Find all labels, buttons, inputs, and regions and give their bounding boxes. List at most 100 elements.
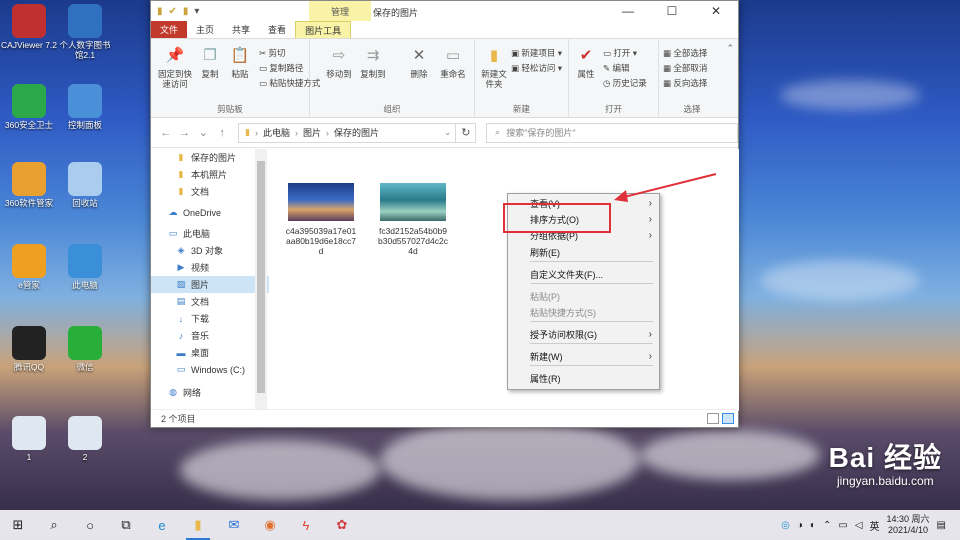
select-all-button[interactable]: ▦ 全部选择 bbox=[663, 47, 707, 59]
address-box[interactable]: ▮ › 此电脑 › 图片 › 保存的图片 ⌄ bbox=[238, 122, 457, 143]
tab-file[interactable]: 文件 bbox=[151, 21, 188, 38]
desktop-icon[interactable]: 回收站 bbox=[56, 162, 114, 208]
invert-selection-button[interactable]: ▦ 反向选择 bbox=[663, 77, 707, 89]
network-icon[interactable]: ▭ bbox=[838, 520, 847, 531]
nav-item[interactable]: ▤ 文档 bbox=[151, 293, 269, 310]
move-to-button[interactable]: ⇨ 移动到 bbox=[324, 45, 354, 79]
cortana-icon[interactable]: ○ bbox=[72, 510, 108, 540]
minimize-button[interactable]: — bbox=[606, 1, 650, 21]
file-item[interactable]: fc3d2152a54b0b9b30d557027d4c2c4d bbox=[377, 183, 449, 256]
nav-item[interactable]: ▶ 视频 bbox=[151, 259, 269, 276]
chevron-down-icon[interactable]: ▾ bbox=[194, 6, 199, 17]
notification-icon[interactable]: ▤ bbox=[937, 520, 946, 531]
scrollbar-thumb[interactable] bbox=[257, 161, 265, 393]
nav-item[interactable]: ♪ 音乐 bbox=[151, 327, 269, 344]
show-hidden-icon[interactable]: ⌃ bbox=[823, 520, 831, 531]
copy-path-button[interactable]: ▭ 复制路径 bbox=[259, 62, 303, 74]
desktop-icon[interactable]: 此电脑 bbox=[56, 244, 114, 290]
paste-button[interactable]: 📋 粘贴 bbox=[225, 45, 255, 79]
copy-button[interactable]: ❐ 复制 bbox=[195, 45, 225, 79]
desktop-icon[interactable]: 腾讯QQ bbox=[0, 326, 58, 372]
file-item[interactable]: c4a395039a17e01aa80b19d6e18cc7d bbox=[285, 183, 357, 256]
nav-item[interactable]: ◍ 网络 bbox=[151, 384, 269, 401]
nav-item[interactable]: ▮ 文档 bbox=[151, 183, 269, 200]
maximize-button[interactable]: ☐ bbox=[650, 1, 694, 21]
windows-start-icon[interactable]: ⊞ bbox=[0, 510, 36, 540]
desktop-icon[interactable]: 360软件管家 bbox=[0, 162, 58, 208]
nav-scrollbar[interactable] bbox=[255, 149, 267, 411]
context-menu-item[interactable]: 刷新(E) bbox=[508, 245, 659, 261]
forward-arrow-icon[interactable]: → bbox=[178, 127, 192, 139]
recent-chevron-icon[interactable]: ⌄ bbox=[197, 126, 211, 139]
context-menu-item[interactable]: 属性(R) bbox=[508, 371, 659, 387]
back-arrow-icon[interactable]: ← bbox=[159, 127, 173, 139]
collapse-ribbon-icon[interactable]: ⌃ bbox=[726, 43, 734, 54]
breadcrumb-pictures[interactable]: 图片 bbox=[303, 126, 321, 139]
close-button[interactable]: ✕ bbox=[694, 1, 738, 21]
task-view-icon[interactable]: ⧉ bbox=[108, 510, 144, 540]
tool-icon[interactable]: ✿ bbox=[324, 510, 360, 540]
desktop-icon[interactable]: e管家 bbox=[0, 244, 58, 290]
open-button[interactable]: ▭ 打开 ▾ bbox=[603, 47, 637, 59]
search-icon[interactable]: ⌕ bbox=[36, 510, 72, 540]
address-dropdown-icon[interactable]: ⌄ bbox=[444, 127, 452, 138]
breadcrumb-this-pc[interactable]: 此电脑 bbox=[263, 126, 290, 139]
nav-item[interactable]: ▨ 图片 bbox=[151, 276, 269, 293]
desktop-icon[interactable]: CAJViewer 7.2 bbox=[0, 4, 58, 50]
tray-app-icon[interactable]: ◎ bbox=[781, 520, 790, 531]
nav-item[interactable]: ↓ 下载 bbox=[151, 310, 269, 327]
context-menu-item[interactable]: 自定义文件夹(F)... bbox=[508, 267, 659, 283]
desktop-icon[interactable]: 2 bbox=[56, 416, 114, 462]
rename-button[interactable]: ▭ 重命名 bbox=[436, 45, 470, 79]
tray-app-icon[interactable]: ◑ bbox=[797, 520, 803, 531]
desktop-icon[interactable]: 个人数字图书馆2.1 bbox=[56, 4, 114, 60]
properties-button[interactable]: ✔ 属性 bbox=[571, 45, 601, 79]
new-item-button[interactable]: ▣ 新建项目 ▾ bbox=[511, 47, 562, 59]
context-menu-item[interactable]: 新建(W) › bbox=[508, 349, 659, 365]
nav-item[interactable]: ▮ 保存的图片 bbox=[151, 149, 269, 166]
qq-icon bbox=[12, 326, 46, 360]
breadcrumb-saved-pictures[interactable]: 保存的图片 bbox=[334, 126, 379, 139]
large-icons-view-icon[interactable] bbox=[722, 413, 734, 424]
nav-item[interactable]: ▭ 此电脑 bbox=[151, 225, 269, 242]
easy-access-button[interactable]: ▣ 轻松访问 ▾ bbox=[511, 62, 562, 74]
new-folder-button[interactable]: ▮ 新建文件夹 bbox=[479, 45, 509, 89]
nav-item[interactable]: ▭ Windows (C:) bbox=[151, 361, 269, 378]
manage-context-tab[interactable]: 管理 bbox=[309, 1, 371, 21]
up-arrow-icon[interactable]: ↑ bbox=[215, 127, 229, 139]
tab-home[interactable]: 主页 bbox=[187, 21, 223, 38]
volume-icon[interactable]: ◁ bbox=[855, 520, 863, 531]
refresh-button[interactable]: ↻ bbox=[456, 122, 477, 143]
details-view-icon[interactable] bbox=[707, 413, 719, 424]
tab-picture-tools[interactable]: 图片工具 bbox=[295, 21, 352, 38]
nav-item[interactable]: ▬ 桌面 bbox=[151, 344, 269, 361]
nav-item[interactable]: ☁ OneDrive bbox=[151, 204, 269, 221]
mail-icon[interactable]: ✉ bbox=[216, 510, 252, 540]
search-input[interactable]: ⌕ 搜索"保存的图片" bbox=[486, 122, 739, 143]
select-none-button[interactable]: ▦ 全部取消 bbox=[663, 62, 707, 74]
wps-icon[interactable]: ϟ bbox=[288, 510, 324, 540]
app-icon[interactable]: ◉ bbox=[252, 510, 288, 540]
properties-icon[interactable]: ✔ bbox=[169, 6, 177, 17]
desktop-icon[interactable]: 360安全卫士 bbox=[0, 84, 58, 130]
input-language[interactable]: 英 bbox=[870, 518, 880, 533]
nav-item[interactable]: ▮ 本机照片 bbox=[151, 166, 269, 183]
desktop-icon[interactable]: 控制面板 bbox=[56, 84, 114, 130]
tab-share[interactable]: 共享 bbox=[223, 21, 259, 38]
tray-app-icon[interactable]: ◐ bbox=[810, 520, 816, 531]
delete-button[interactable]: ✕ 删除 bbox=[404, 45, 434, 79]
new-folder-icon[interactable]: ▮ bbox=[183, 6, 189, 17]
edge-icon[interactable]: e bbox=[144, 510, 180, 540]
file-explorer-icon[interactable]: ▮ bbox=[180, 510, 216, 540]
edit-button[interactable]: ✎ 编辑 bbox=[603, 62, 630, 74]
cut-button[interactable]: ✂ 剪切 bbox=[259, 47, 286, 59]
desktop-icon[interactable]: 微信 bbox=[56, 326, 114, 372]
copy-to-button[interactable]: ⇉ 复制到 bbox=[358, 45, 388, 79]
history-button[interactable]: ◷ 历史记录 bbox=[603, 77, 647, 89]
desktop-icon[interactable]: 1 bbox=[0, 416, 58, 462]
tab-view[interactable]: 查看 bbox=[259, 21, 295, 38]
pin-button[interactable]: 📌 固定到快速访问 bbox=[155, 45, 195, 89]
clock[interactable]: 14:30 周六 2021/4/10 bbox=[887, 514, 930, 536]
nav-item[interactable]: ◈ 3D 对象 bbox=[151, 242, 269, 259]
context-menu-item[interactable]: 授予访问权限(G) › bbox=[508, 327, 659, 343]
